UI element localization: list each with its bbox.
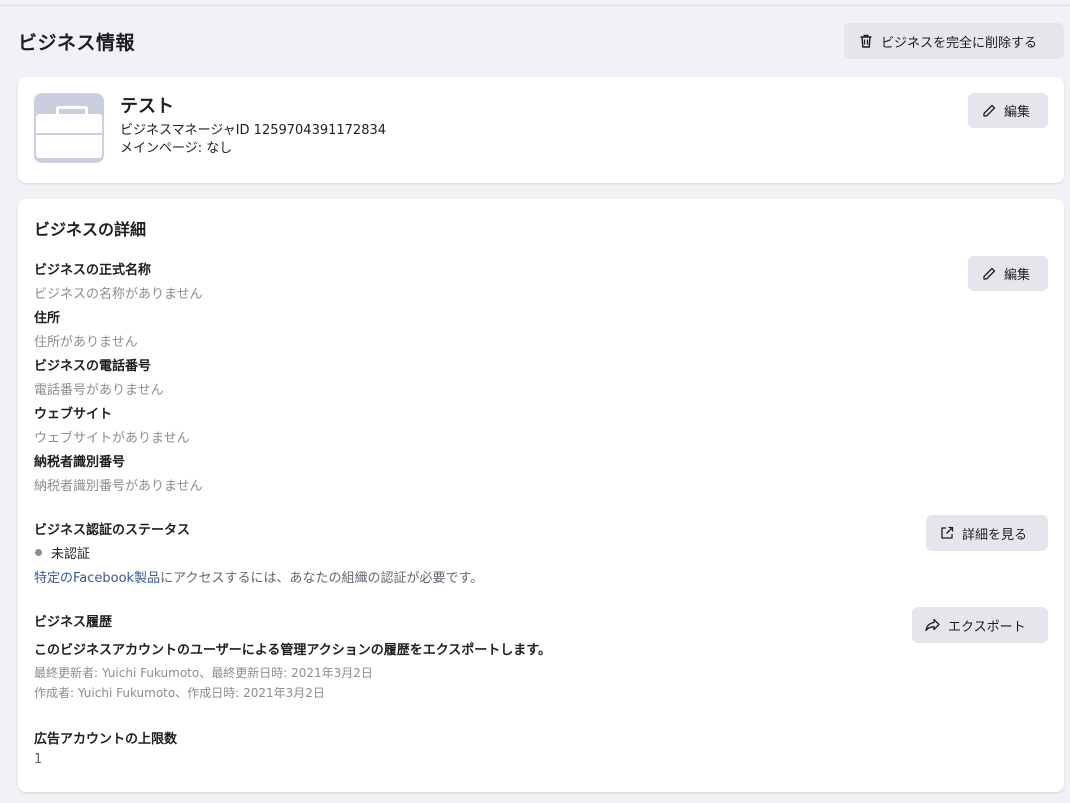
edit-profile-button[interactable]: 編集 [968, 93, 1048, 128]
verification-status: 未認証 [34, 543, 90, 562]
business-name: テスト [120, 96, 174, 117]
website-value: ウェブサイトがありません [34, 431, 190, 446]
view-details-label: 詳細を見る [962, 527, 1028, 543]
details-title: ビジネスの詳細 [34, 220, 147, 239]
tax-id-value: 納税者識別番号がありません [34, 479, 203, 494]
external-link-icon [941, 526, 954, 539]
address-label: 住所 [34, 311, 61, 326]
delete-business-label: ビジネスを完全に削除する [881, 35, 1038, 51]
export-button[interactable]: エクスポート [912, 607, 1048, 643]
history-title: ビジネス履歴 [34, 615, 113, 630]
ad-account-limit-value: 1 [34, 752, 43, 767]
history-last-updated: 最終更新者: Yuichi Fukumoto、最終更新日時: 2021年3月2日 [34, 666, 373, 680]
view-details-button[interactable]: 詳細を見る [926, 515, 1048, 551]
briefcase-icon [36, 114, 102, 158]
page-title: ビジネス情報 [18, 32, 136, 54]
website-label: ウェブサイト [34, 407, 113, 422]
tax-id-label: 納税者識別番号 [34, 455, 126, 470]
phone-value: 電話番号がありません [34, 383, 164, 398]
pencil-icon [983, 104, 996, 117]
business-manager-id: ビジネスマネージャID 1259704391172834 [120, 123, 387, 138]
verification-note: 特定のFacebook製品にアクセスするには、あなたの組織の認証が必要です。 [34, 567, 483, 586]
address-value: 住所がありません [34, 335, 138, 350]
business-profile-card: テスト ビジネスマネージャID 1259704391172834 メインページ:… [18, 77, 1064, 183]
facebook-products-link[interactable]: 特定のFacebook製品 [34, 571, 160, 586]
briefcase-band [36, 133, 102, 135]
history-description: このビジネスアカウントのユーザーによる管理アクションの履歴をエクスポートします。 [34, 643, 552, 658]
top-divider [0, 5, 1070, 6]
export-label: エクスポート [948, 619, 1026, 635]
edit-details-label: 編集 [1004, 268, 1031, 283]
verification-status-text: 未認証 [51, 547, 91, 562]
trash-icon [860, 34, 872, 48]
phone-label: ビジネスの電話番号 [34, 359, 152, 374]
verification-note-text: にアクセスするには、あなたの組織の認証が必要です。 [160, 571, 484, 586]
verification-title: ビジネス認証のステータス [34, 523, 191, 538]
edit-details-button[interactable]: 編集 [968, 256, 1048, 291]
pencil-icon [983, 267, 996, 280]
history-created: 作成者: Yuichi Fukumoto、作成日時: 2021年3月2日 [34, 686, 325, 700]
business-avatar [34, 93, 104, 163]
main-page: メインページ: なし [120, 141, 233, 156]
edit-profile-label: 編集 [1004, 105, 1031, 120]
ad-account-limit-title: 広告アカウントの上限数 [34, 732, 178, 747]
legal-name-label: ビジネスの正式名称 [34, 263, 152, 278]
business-details-card: ビジネスの詳細 編集 ビジネスの正式名称 ビジネスの名称がありません 住所 住所… [18, 199, 1064, 792]
share-arrow-icon [925, 618, 940, 632]
legal-name-value: ビジネスの名称がありません [34, 287, 203, 302]
status-dot-icon [35, 549, 42, 556]
delete-business-button[interactable]: ビジネスを完全に削除する [844, 23, 1064, 59]
